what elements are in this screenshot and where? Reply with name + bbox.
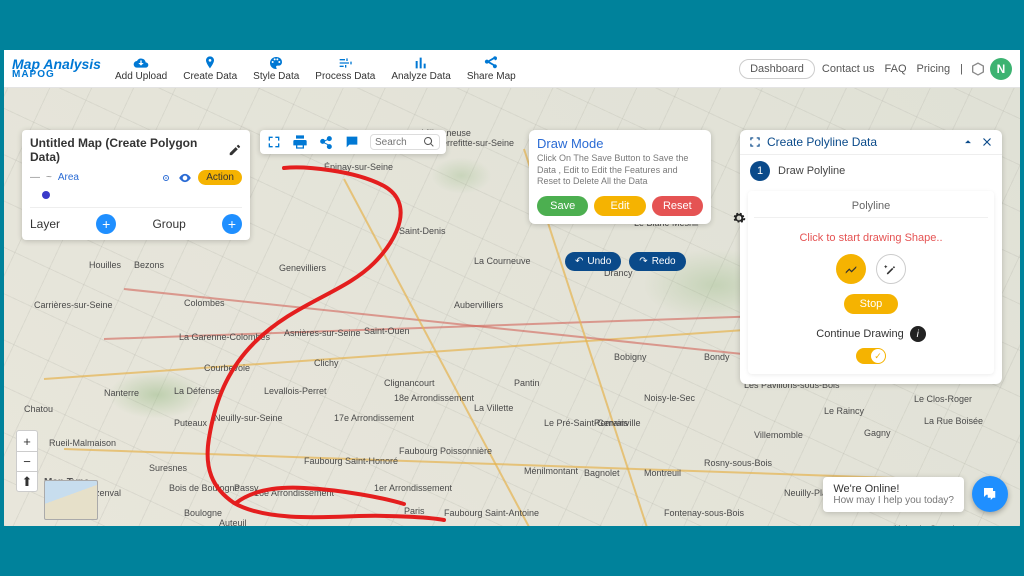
redo-button[interactable]: ↷Redo	[629, 252, 685, 271]
add-layer-button[interactable]: +	[96, 214, 116, 234]
undo-button[interactable]: ↶Undo	[565, 252, 621, 271]
chat-icon	[981, 485, 999, 503]
user-avatar[interactable]: N	[990, 58, 1012, 80]
save-button[interactable]: Save	[537, 196, 588, 216]
palette-icon	[268, 55, 284, 71]
layers-panel: Untitled Map (Create Polygon Data) — ~ A…	[22, 130, 250, 240]
menu-add-upload[interactable]: Add Upload	[109, 53, 173, 84]
menu-process-data[interactable]: Process Data	[309, 53, 381, 84]
polyline-mode-button[interactable]	[836, 254, 866, 284]
edit-button[interactable]: Edit	[594, 196, 645, 216]
layer-preview	[30, 191, 242, 199]
draw-mode-title: Draw Mode	[537, 136, 703, 151]
expand-icon[interactable]	[748, 135, 762, 149]
zoom-in-button[interactable]: +	[17, 431, 37, 451]
search-input[interactable]	[375, 137, 423, 148]
logo-sub: MAPOG	[12, 70, 101, 79]
redo-icon: ↷	[639, 256, 647, 267]
action-chip[interactable]: Action	[198, 170, 242, 185]
eye-icon[interactable]	[178, 171, 192, 185]
panel-title: Untitled Map (Create Polygon Data)	[30, 136, 228, 164]
chat-line2: How may I help you today?	[833, 495, 954, 506]
line-style-alt-icon[interactable]: ~	[46, 172, 52, 183]
comment-icon[interactable]	[344, 134, 360, 150]
menu-style-data[interactable]: Style Data	[247, 53, 305, 84]
north-arrow-button[interactable]: ⬆	[17, 471, 37, 491]
zoom-out-button[interactable]: −	[17, 451, 37, 471]
cloud-upload-icon	[133, 55, 149, 71]
print-icon[interactable]	[292, 134, 308, 150]
continue-toggle[interactable]	[856, 348, 886, 364]
divider: |	[957, 63, 966, 75]
faq-link[interactable]: FAQ	[882, 63, 910, 75]
search-box[interactable]	[370, 134, 440, 150]
info-icon[interactable]: i	[910, 326, 926, 342]
section-title: Polyline	[754, 197, 988, 218]
layer-label: Layer	[30, 217, 60, 231]
contact-link[interactable]: Contact us	[819, 63, 878, 75]
share-toolbar-icon[interactable]	[318, 134, 334, 150]
target-icon[interactable]	[160, 172, 172, 184]
add-group-button[interactable]: +	[222, 214, 242, 234]
sliders-icon	[337, 55, 353, 71]
pencil-icon[interactable]	[228, 143, 242, 157]
line-style-icon[interactable]: —	[30, 172, 40, 183]
area-label[interactable]: Area	[58, 172, 79, 183]
fullscreen-icon[interactable]	[266, 134, 282, 150]
zoom-control: + − ⬆	[16, 430, 38, 492]
group-label: Group	[152, 217, 185, 231]
step-label: Draw Polyline	[778, 165, 845, 177]
dashboard-button[interactable]: Dashboard	[739, 59, 815, 79]
close-icon[interactable]	[980, 135, 994, 149]
pricing-link[interactable]: Pricing	[914, 63, 954, 75]
menu-analyze-data[interactable]: Analyze Data	[385, 53, 456, 84]
map-canvas[interactable]: Pierrefitte-sur-SeineStainsÉpinay-sur-Se…	[4, 88, 1020, 526]
polyline-title: Create Polyline Data	[767, 135, 956, 149]
chat-card[interactable]: We're Online! How may I help you today?	[823, 477, 964, 512]
logo: Map Analysis MAPOG	[12, 58, 101, 80]
pin-icon	[202, 55, 218, 71]
top-bar: Map Analysis MAPOG Add Upload Create Dat…	[4, 50, 1020, 88]
search-icon	[423, 136, 435, 148]
continue-label: Continue Drawing	[816, 328, 903, 340]
stop-button[interactable]: Stop	[844, 294, 899, 314]
draw-mode-desc: Click On The Save Button to Save the Dat…	[537, 153, 703, 188]
draw-mode-panel: Draw Mode Click On The Save Button to Sa…	[529, 130, 711, 224]
reset-button[interactable]: Reset	[652, 196, 703, 216]
draw-hint: Click to start drawing Shape..	[754, 232, 988, 244]
package-icon[interactable]	[970, 61, 986, 77]
undo-redo-bar: ↶Undo ↷Redo	[565, 252, 686, 271]
undo-icon: ↶	[575, 256, 583, 267]
app-window: Map Analysis MAPOG Add Upload Create Dat…	[4, 50, 1020, 526]
chart-icon	[413, 55, 429, 71]
chat-line1: We're Online!	[833, 483, 954, 495]
menu-create-data[interactable]: Create Data	[177, 53, 243, 84]
magic-mode-button[interactable]	[876, 254, 906, 284]
chevron-up-icon[interactable]	[961, 135, 975, 149]
menu-share-map[interactable]: Share Map	[461, 53, 522, 84]
chat-bubble-button[interactable]	[972, 476, 1008, 512]
map-toolbar	[260, 130, 446, 154]
step-number: 1	[750, 161, 770, 181]
share-icon	[483, 55, 499, 71]
polyline-panel: Create Polyline Data 1 Draw Polyline Pol…	[740, 130, 1002, 384]
minimap[interactable]	[44, 480, 98, 520]
gear-icon[interactable]	[732, 211, 746, 225]
